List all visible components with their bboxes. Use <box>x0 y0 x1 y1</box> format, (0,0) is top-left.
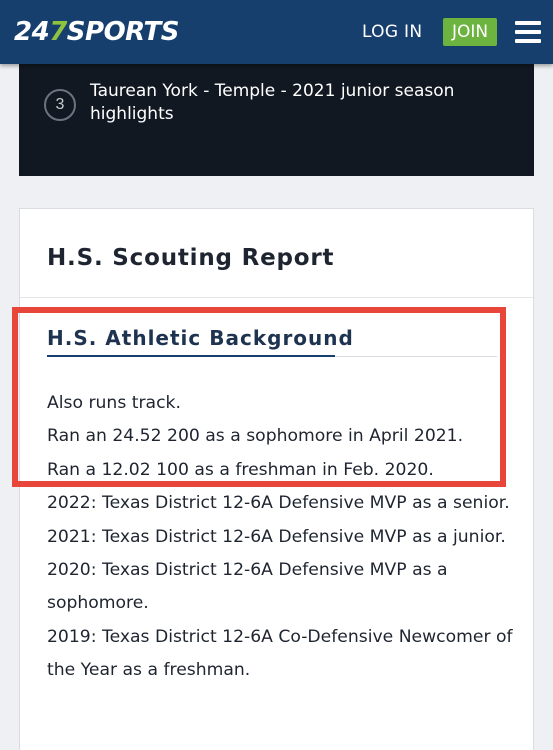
report-line: 2019: Texas District 12-6A Co-Defensive … <box>47 626 513 681</box>
hamburger-menu-icon[interactable] <box>515 21 541 43</box>
report-line: 2022: Texas District 12-6A Defensive MVP… <box>47 493 510 514</box>
join-button[interactable]: JOIN <box>443 18 497 46</box>
playlist-item-title: Taurean York - Temple - 2021 junior seas… <box>90 81 455 124</box>
playlist-item-number: 3 <box>44 89 76 121</box>
site-header: 247SPORTS LOG IN JOIN <box>0 0 553 64</box>
logo-prefix: 24 <box>14 17 50 47</box>
highlight-annotation-box <box>12 307 506 487</box>
logo-suffix: SPORTS <box>66 17 180 47</box>
video-playlist: 3 Taurean York - Temple - 2021 junior se… <box>19 58 534 176</box>
login-link[interactable]: LOG IN <box>362 18 422 46</box>
247sports-logo[interactable]: 247SPORTS <box>14 16 179 48</box>
report-line: 2021: Texas District 12-6A Defensive MVP… <box>47 526 506 547</box>
card-divider <box>20 297 535 298</box>
logo-seven: 7 <box>49 17 67 47</box>
scouting-report-title: H.S. Scouting Report <box>47 245 335 271</box>
report-line: 2020: Texas District 12-6A Defensive MVP… <box>47 560 448 614</box>
